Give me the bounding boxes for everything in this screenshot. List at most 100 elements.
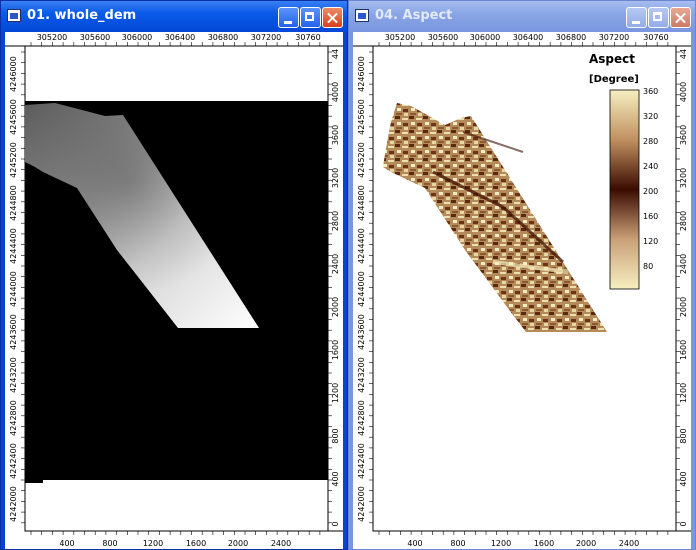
tick-label: 4244800 bbox=[9, 185, 18, 221]
tick-label: 4245200 bbox=[9, 142, 18, 178]
tick-label: 4245600 bbox=[357, 99, 366, 135]
window-aspect[interactable]: 04. Aspect Aspect [Degree] 360 320 280 2… bbox=[348, 0, 696, 550]
map-canvas[interactable]: Aspect [Degree] 360 320 280 240 200 160 … bbox=[353, 32, 691, 549]
title-bar[interactable]: 01. whole_dem bbox=[1, 1, 347, 32]
tick-label: 4245600 bbox=[9, 99, 18, 135]
tick-label: 4242800 bbox=[9, 400, 18, 436]
tick-label: 306800 bbox=[556, 33, 587, 42]
tick-label: 2800 bbox=[331, 211, 340, 231]
x-axis-bottom: 400 800 1200 1600 2000 2400 bbox=[59, 539, 291, 548]
tick-label: 1600 bbox=[679, 340, 688, 360]
tick-label: 305600 bbox=[428, 33, 459, 42]
tick-label: 44 bbox=[679, 49, 688, 59]
tick-label: 4244800 bbox=[357, 185, 366, 221]
tick-label: 3600 bbox=[679, 125, 688, 145]
tick-label: 2000 bbox=[576, 539, 596, 548]
tick-label: 400 bbox=[407, 539, 422, 548]
y-axis-right: 44 4000 3600 3200 2800 2400 2000 1600 12… bbox=[331, 49, 340, 527]
legend-label: 280 bbox=[643, 137, 658, 146]
tick-label: 305200 bbox=[37, 33, 68, 42]
tick-label: 4244000 bbox=[9, 271, 18, 307]
tick-label: 3600 bbox=[331, 125, 340, 145]
tick-label: 4245200 bbox=[357, 142, 366, 178]
tick-label: 0 bbox=[679, 521, 688, 526]
tick-label: 4242000 bbox=[9, 486, 18, 522]
legend-unit: [Degree] bbox=[589, 74, 639, 85]
tick-label: 2000 bbox=[331, 297, 340, 317]
tick-label: 4244400 bbox=[357, 228, 366, 264]
legend-label: 360 bbox=[643, 87, 658, 96]
tick-label: 30760 bbox=[643, 33, 668, 42]
tick-label: 3200 bbox=[679, 168, 688, 188]
minimize-icon[interactable] bbox=[626, 7, 647, 28]
maximize-icon[interactable] bbox=[300, 7, 321, 28]
tick-label: 4242400 bbox=[9, 443, 18, 479]
close-icon[interactable] bbox=[670, 7, 691, 28]
tick-label: 1200 bbox=[491, 539, 511, 548]
y-axis-left: 4246000 4245600 4245200 4244800 4244400 … bbox=[9, 56, 18, 522]
tick-label: 44 bbox=[331, 49, 340, 59]
tick-label: 4243200 bbox=[357, 357, 366, 393]
tick-label: 2400 bbox=[619, 539, 639, 548]
legend-label: 120 bbox=[643, 237, 658, 246]
legend-label: 80 bbox=[643, 262, 653, 271]
tick-label: 306400 bbox=[165, 33, 196, 42]
tick-label: 400 bbox=[331, 471, 340, 486]
tick-label: 1200 bbox=[331, 383, 340, 403]
tick-label: 4246000 bbox=[9, 56, 18, 92]
tick-label: 306000 bbox=[122, 33, 153, 42]
tick-label: 1200 bbox=[143, 539, 163, 548]
window-whole-dem[interactable]: 01. whole_dem 305200 305600 306000 30640… bbox=[0, 0, 348, 550]
tick-label: 3200 bbox=[331, 168, 340, 188]
tick-label: 1600 bbox=[186, 539, 206, 548]
map-view-aspect[interactable]: Aspect [Degree] 360 320 280 240 200 160 … bbox=[353, 32, 691, 549]
map-canvas[interactable]: 305200 305600 306000 306400 306800 30720… bbox=[5, 32, 343, 549]
legend-label: 160 bbox=[643, 212, 658, 221]
maximize-icon[interactable] bbox=[648, 7, 669, 28]
tick-label: 306400 bbox=[513, 33, 544, 42]
tick-label: 4243200 bbox=[9, 357, 18, 393]
tick-label: 1600 bbox=[331, 340, 340, 360]
legend-label: 240 bbox=[643, 162, 658, 171]
y-axis-left: 4246000 4245600 4245200 4244800 4244400 … bbox=[357, 56, 366, 522]
tick-label: 4243600 bbox=[9, 314, 18, 350]
tick-label: 800 bbox=[331, 428, 340, 443]
tick-label: 2800 bbox=[679, 211, 688, 231]
tick-label: 800 bbox=[679, 428, 688, 443]
tick-label: 2400 bbox=[679, 254, 688, 274]
tick-label: 2400 bbox=[271, 539, 291, 548]
tick-label: 4242800 bbox=[357, 400, 366, 436]
tick-label: 1200 bbox=[679, 383, 688, 403]
map-view-whole-dem[interactable]: 305200 305600 306000 306400 306800 30720… bbox=[5, 32, 343, 549]
x-axis-top: 305200 305600 306000 306400 306800 30720… bbox=[385, 33, 669, 42]
aspect-raster bbox=[383, 103, 607, 332]
map-window-icon[interactable] bbox=[7, 9, 21, 22]
tick-label: 1600 bbox=[534, 539, 554, 548]
tick-label: 306800 bbox=[208, 33, 239, 42]
tick-label: 307200 bbox=[251, 33, 282, 42]
legend-color-ramp bbox=[609, 89, 640, 290]
tick-label: 400 bbox=[679, 471, 688, 486]
close-icon[interactable] bbox=[322, 7, 343, 28]
tick-label: 4243600 bbox=[357, 314, 366, 350]
tick-label: 305200 bbox=[385, 33, 416, 42]
window-title: 04. Aspect bbox=[375, 8, 453, 23]
tick-label: 0 bbox=[331, 521, 340, 526]
tick-label: 2000 bbox=[679, 297, 688, 317]
aspect-legend: Aspect [Degree] 360 320 280 240 200 160 … bbox=[589, 52, 658, 290]
title-bar[interactable]: 04. Aspect bbox=[349, 1, 695, 32]
window-title: 01. whole_dem bbox=[27, 8, 137, 23]
tick-label: 4000 bbox=[331, 82, 340, 102]
x-axis-bottom: 400 800 1200 1600 2000 2400 bbox=[407, 539, 639, 548]
tick-label: 4242400 bbox=[357, 443, 366, 479]
tick-label: 307200 bbox=[599, 33, 630, 42]
tick-label: 30760 bbox=[295, 33, 320, 42]
tick-label: 2400 bbox=[331, 254, 340, 274]
minimize-icon[interactable] bbox=[278, 7, 299, 28]
map-window-icon[interactable] bbox=[355, 9, 369, 22]
tick-label: 4242000 bbox=[357, 486, 366, 522]
tick-label: 305600 bbox=[80, 33, 111, 42]
tick-label: 800 bbox=[450, 539, 465, 548]
x-axis-top: 305200 305600 306000 306400 306800 30720… bbox=[37, 33, 321, 42]
tick-label: 306000 bbox=[470, 33, 501, 42]
